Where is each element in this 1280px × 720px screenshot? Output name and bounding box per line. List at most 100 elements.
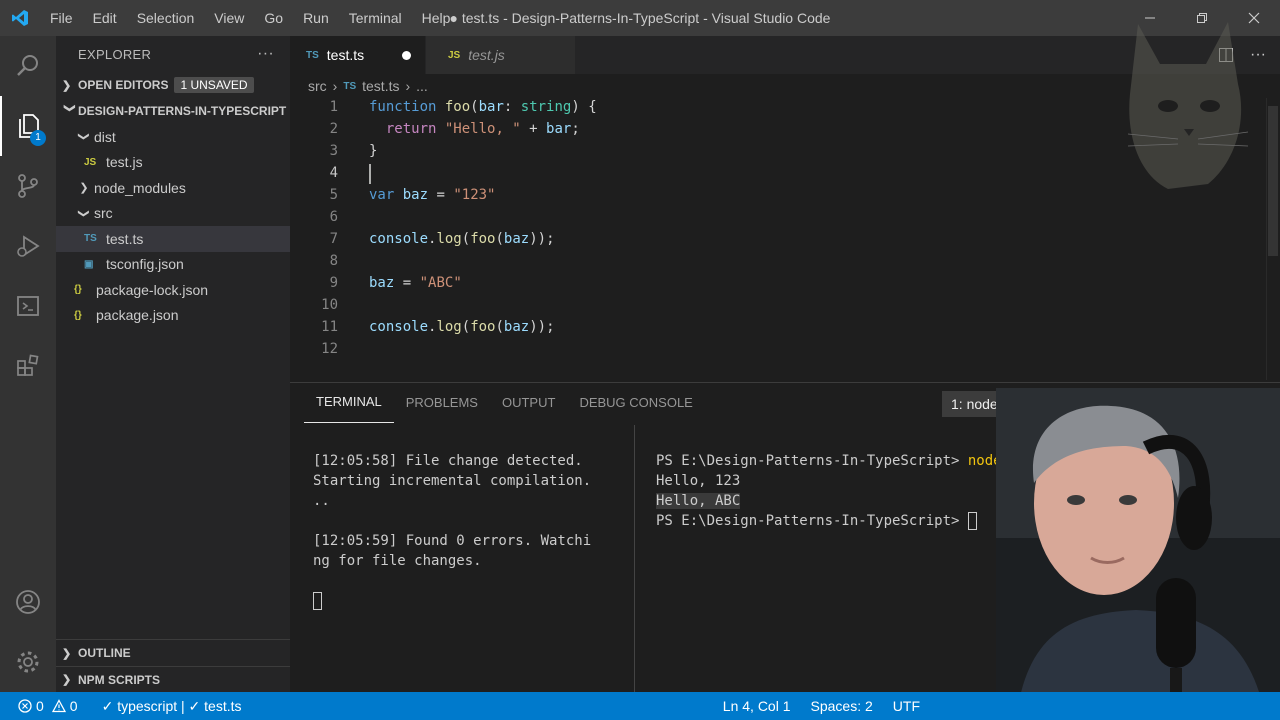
line-number: 2	[329, 121, 338, 137]
line-number: 5	[329, 187, 338, 203]
breadcrumb-folder[interactable]: src	[308, 78, 327, 94]
tab-debug-console[interactable]: DEBUG CONSOLE	[567, 383, 704, 423]
terminal-split-divider[interactable]	[634, 425, 635, 693]
unsaved-badge: 1 UNSAVED	[174, 77, 254, 93]
scrollbar-thumb[interactable]	[1268, 106, 1278, 256]
line-number: 7	[329, 231, 338, 247]
problems-status[interactable]: 0 0	[0, 698, 88, 714]
error-icon	[18, 699, 32, 713]
breadcrumb-separator: ›	[405, 78, 411, 94]
code-line: 9 baz = "ABC"	[290, 272, 1265, 294]
accounts-button[interactable]	[0, 572, 56, 632]
file-dist-test-js[interactable]: JS test.js	[56, 150, 290, 176]
source-control-button[interactable]	[0, 156, 56, 216]
terminal-right[interactable]: PS E:\Design-Patterns-In-TypeScript> nod…	[656, 431, 1002, 571]
file-label: test.js	[106, 154, 143, 171]
code-line: 11 console.log(foo(baz));	[290, 316, 1265, 338]
run-debug-button[interactable]	[0, 216, 56, 276]
project-label: DESIGN-PATTERNS-IN-TYPESCRIPT	[78, 104, 287, 118]
explorer-view-button[interactable]: 1	[0, 96, 56, 156]
tab-output[interactable]: OUTPUT	[490, 383, 567, 423]
gear-icon	[17, 651, 39, 673]
file-src-test-ts[interactable]: TS test.ts	[56, 226, 290, 252]
menu-edit[interactable]: Edit	[83, 0, 127, 36]
file-tsconfig[interactable]: ▣ tsconfig.json	[56, 252, 290, 278]
tab-problems[interactable]: PROBLEMS	[394, 383, 490, 423]
sidebar-bottom-sections: ❯ OUTLINE ❯ NPM SCRIPTS	[56, 639, 290, 692]
menu-selection[interactable]: Selection	[127, 0, 205, 36]
encoding-status[interactable]: UTF	[883, 698, 1280, 714]
file-package-lock[interactable]: {} package-lock.json	[56, 277, 290, 303]
file-package[interactable]: {} package.json	[56, 303, 290, 329]
tab-test-ts[interactable]: TS test.ts	[290, 36, 426, 74]
terminal-line: PS E:\Design-Patterns-In-TypeScript>	[656, 511, 1002, 531]
folder-node-modules[interactable]: ❯ node_modules	[56, 175, 290, 201]
menu-terminal[interactable]: Terminal	[339, 0, 412, 36]
status-bar-right: Ln 4, Col 1 Spaces: 2 UTF	[713, 692, 1280, 720]
project-section[interactable]: ❯ DESIGN-PATTERNS-IN-TYPESCRIPT	[56, 98, 290, 124]
explorer-badge: 1	[30, 130, 46, 146]
menu-bar: File Edit Selection View Go Run Terminal…	[40, 0, 460, 36]
folder-dist[interactable]: ❯ dist	[56, 124, 290, 150]
code-line: 8	[290, 250, 1265, 272]
explorer-title: EXPLORER	[78, 46, 152, 62]
tsconfig-file-icon: ▣	[84, 258, 94, 270]
explorer-sidebar: EXPLORER ··· ❯ OPEN EDITORS 1 UNSAVED ❯ …	[56, 36, 290, 692]
warning-count: 0	[69, 698, 78, 714]
typescript-file-icon: TS	[84, 233, 97, 245]
file-label: test.ts	[106, 230, 144, 247]
unsaved-dot-icon[interactable]	[402, 50, 411, 60]
javascript-file-icon: JS	[84, 156, 97, 168]
error-count: 0	[36, 698, 44, 714]
typescript-status[interactable]: ✓ typescript | ✓ test.ts	[92, 698, 252, 715]
more-actions-button[interactable]: ···	[257, 45, 274, 63]
menu-go[interactable]: Go	[254, 0, 293, 36]
terminal-left[interactable]: [12:05:58] File change detected. Starting…	[313, 431, 591, 651]
breadcrumb-symbols[interactable]: ...	[416, 78, 428, 94]
cursor-position[interactable]: Ln 4, Col 1	[713, 698, 801, 714]
indentation-status[interactable]: Spaces: 2	[801, 698, 883, 714]
code-text: var baz = "123"	[369, 187, 496, 203]
line-number: 4	[329, 165, 338, 181]
code-line: 10	[290, 294, 1265, 316]
terminal-line: PS E:\Design-Patterns-In-TypeScript> nod…	[656, 451, 1002, 471]
typescript-file-icon: TS	[343, 80, 357, 92]
breadcrumb-separator: ›	[332, 78, 338, 94]
code-text: function foo(bar: string) {	[369, 99, 597, 115]
line-number: 6	[329, 209, 338, 225]
breadcrumb-file[interactable]: test.ts	[362, 78, 399, 94]
editor-scrollbar[interactable]	[1266, 98, 1280, 380]
presenter-webcam-image	[996, 388, 1280, 720]
outline-section[interactable]: ❯ OUTLINE	[56, 640, 290, 666]
open-editors-section[interactable]: ❯ OPEN EDITORS 1 UNSAVED	[56, 72, 290, 98]
search-view-button[interactable]	[0, 36, 56, 96]
terminal-prompt: PS E:\Design-Patterns-In-TypeScript>	[656, 453, 968, 469]
cat-background-image	[1127, 22, 1249, 189]
manage-button[interactable]	[0, 632, 56, 692]
remote-explorer-button[interactable]	[0, 276, 56, 336]
menu-view[interactable]: View	[204, 0, 254, 36]
folder-src[interactable]: ❯ src	[56, 201, 290, 227]
terminal-line: [12:05:59] Found 0 errors. Watchi	[313, 533, 592, 549]
npm-scripts-section[interactable]: ❯ NPM SCRIPTS	[56, 666, 290, 692]
line-number: 8	[329, 253, 338, 269]
explorer-header: EXPLORER ···	[56, 36, 290, 72]
folder-label: dist	[94, 128, 116, 145]
chevron-down-icon: ❯	[77, 208, 90, 218]
tab-label: test.ts	[326, 47, 365, 63]
title-bar: File Edit Selection View Go Run Terminal…	[0, 0, 1280, 36]
chevron-right-icon: ❯	[62, 79, 72, 92]
extensions-button[interactable]	[0, 336, 56, 396]
menu-run[interactable]: Run	[293, 0, 339, 36]
menu-help[interactable]: Help	[412, 0, 461, 36]
outline-label: OUTLINE	[78, 646, 131, 660]
account-icon	[16, 590, 40, 614]
menu-file[interactable]: File	[40, 0, 83, 36]
npm-scripts-label: NPM SCRIPTS	[78, 672, 161, 687]
extensions-icon	[17, 354, 39, 376]
terminal-window-icon	[17, 296, 39, 316]
chevron-right-icon: ❯	[62, 647, 72, 660]
tab-test-js[interactable]: JS test.js	[426, 36, 576, 74]
vscode-logo-icon	[0, 0, 40, 36]
tab-terminal[interactable]: TERMINAL	[304, 383, 394, 423]
